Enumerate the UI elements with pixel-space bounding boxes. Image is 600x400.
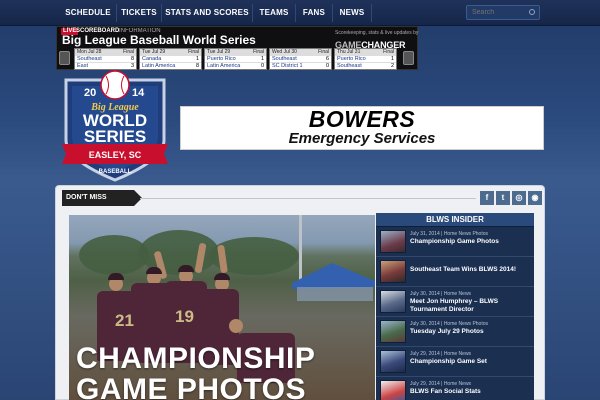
logo-location: EASLEY, SC	[89, 150, 142, 160]
nav-news[interactable]: NEWS	[333, 0, 371, 26]
content-panel: DON'T MISS f t ◎ ◉ 21 19 CHAMPIONSHIP GA…	[55, 185, 545, 400]
game-team-row: Puerto Rico 1	[335, 55, 396, 62]
insider-thumbnail[interactable]	[380, 290, 406, 313]
sponsor-banner[interactable]: BOWERS Emergency Services	[180, 106, 544, 150]
logo-year-right: 14	[132, 87, 145, 99]
game-team-row: Southeast 6	[270, 55, 331, 62]
instagram-icon[interactable]: ◎	[512, 191, 526, 205]
insider-title[interactable]: Tuesday July 29 Photos	[410, 328, 530, 336]
nav-teams[interactable]: TEAMS	[253, 0, 295, 26]
top-navigation: SCHEDULE TICKETS STATS AND SCORES TEAMS …	[0, 0, 600, 26]
game-card[interactable]: Tue Jul 29 Final Canada 1 Latin America 8	[139, 48, 202, 70]
insider-item[interactable]: July 29, 2014 | Home News Championship G…	[376, 347, 534, 377]
scoreboard-tagline: Scorekeeping, stats & live updates by	[335, 30, 419, 36]
insider-item[interactable]: July 31, 2014 | Home News Photos Champio…	[376, 227, 534, 257]
insider-thumbnail[interactable]	[380, 260, 406, 283]
game-team-row: East 3	[75, 62, 136, 69]
insider-meta: July 29, 2014 | Home News	[410, 351, 472, 357]
dont-miss-label: DON'T MISS	[62, 190, 142, 206]
featured-story[interactable]: 21 19 CHAMPIONSHIP GAME PHOTOS	[69, 215, 375, 400]
featured-story-title[interactable]: CHAMPIONSHIP GAME PHOTOS	[76, 343, 366, 400]
insider-title[interactable]: Southeast Team Wins BLWS 2014!	[410, 266, 530, 274]
team-name: Latin America	[207, 63, 241, 69]
team-name: East	[77, 63, 89, 69]
team-score: 8	[195, 63, 199, 69]
blws-insider-sidebar: BLWS INSIDER July 31, 2014 | Home News P…	[376, 213, 534, 400]
game-card[interactable]: Tue Jul 29 Final Puerto Rico 1 Latin Ameri…	[204, 48, 267, 70]
scoreboard-widget: LIVE SCOREBOARD INFORMATION Big League B…	[56, 26, 418, 70]
insider-meta: July 31, 2014 | Home News Photos	[410, 231, 489, 237]
game-card[interactable]: Wed Jul 30 Final Southeast 6 SC District 1…	[269, 48, 332, 70]
team-name: Southeast	[337, 63, 362, 69]
insider-heading: BLWS INSIDER	[376, 213, 534, 227]
team-score: 2	[390, 63, 394, 69]
team-name: SC District 1	[272, 63, 303, 69]
insider-item[interactable]: July 30, 2014 | Home News Meet Jon Humph…	[376, 287, 534, 317]
nav-stats-and-scores[interactable]: STATS AND SCORES	[162, 0, 252, 26]
game-team-row: Southeast 8	[75, 55, 136, 62]
scoreboard-title: Big League Baseball World Series	[62, 33, 256, 47]
insider-meta: July 29, 2014 | Home News	[410, 381, 472, 387]
game-team-row: Canada 1	[140, 55, 201, 62]
insider-title[interactable]: Meet Jon Humphrey – BLWS Tournament Dire…	[410, 298, 530, 314]
sponsor-name: BOWERS	[308, 106, 416, 132]
logo-line3: SERIES	[84, 127, 146, 146]
scoreboard-prev-button[interactable]	[59, 51, 70, 65]
game-card[interactable]: Mon Jul 28 Final Southeast 8 East 3	[74, 48, 137, 70]
insider-thumbnail[interactable]	[380, 320, 406, 343]
search-icon[interactable]	[529, 9, 535, 15]
team-score: 3	[130, 63, 134, 69]
insider-item[interactable]: Southeast Team Wins BLWS 2014!	[376, 257, 534, 287]
team-score: 0	[260, 63, 264, 69]
section-divider	[140, 198, 476, 199]
insider-title[interactable]: Championship Game Photos	[410, 238, 530, 246]
insider-thumbnail[interactable]	[380, 380, 406, 400]
insider-meta: July 30, 2014 | Home News Photos	[410, 321, 489, 327]
insider-title[interactable]: Championship Game Set	[410, 358, 530, 366]
logo-year-left: 20	[84, 87, 96, 99]
game-card[interactable]: Thu Jul 31 Final Puerto Rico 1 Southeast 2	[334, 48, 397, 70]
nav-schedule[interactable]: SCHEDULE	[60, 0, 116, 26]
twitter-icon[interactable]: t	[496, 191, 510, 205]
nav-fans[interactable]: FANS	[296, 0, 332, 26]
facebook-icon[interactable]: f	[480, 191, 494, 205]
insider-meta: July 30, 2014 | Home News	[410, 291, 472, 297]
game-team-row: SC District 1 0	[270, 62, 331, 69]
game-team-row: Puerto Rico 1	[205, 55, 266, 62]
team-name: Latin America	[142, 63, 176, 69]
game-team-row: Latin America 8	[140, 62, 201, 69]
insider-title[interactable]: BLWS Fan Social Stats	[410, 388, 530, 396]
game-team-row: Latin America 0	[205, 62, 266, 69]
sponsor-subtitle: Emergency Services	[288, 130, 436, 147]
scoreboard-next-button[interactable]	[403, 51, 414, 65]
insider-thumbnail[interactable]	[380, 350, 406, 373]
game-team-row: Southeast 2	[335, 62, 396, 69]
insider-item[interactable]: July 30, 2014 | Home News Photos Tuesday…	[376, 317, 534, 347]
nav-divider	[371, 4, 372, 22]
team-score: 0	[325, 63, 329, 69]
rss-icon[interactable]: ◉	[528, 191, 542, 205]
logo-sport: BASEBALL	[99, 169, 132, 175]
insider-thumbnail[interactable]	[380, 230, 406, 253]
site-logo[interactable]: 20 14 Big League WORLD SERIES EASLEY, SC…	[60, 70, 170, 182]
insider-item[interactable]: July 29, 2014 | Home News BLWS Fan Socia…	[376, 377, 534, 400]
nav-tickets[interactable]: TICKETS	[117, 0, 161, 26]
